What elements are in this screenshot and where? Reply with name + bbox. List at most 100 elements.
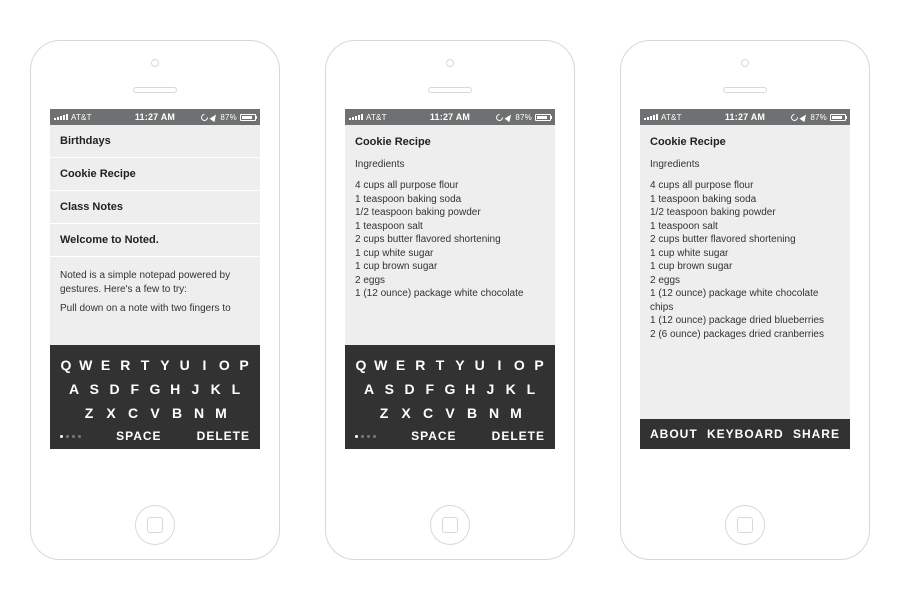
key[interactable]: X [395, 405, 417, 421]
ingredient-line: 1/2 teaspoon baking powder [650, 206, 840, 220]
list-item[interactable]: Cookie Recipe [50, 158, 260, 191]
note-body[interactable]: Cookie Recipe Ingredients 4 cups all pur… [640, 125, 850, 419]
key[interactable]: B [166, 405, 188, 421]
ingredient-line: 1/2 teaspoon baking powder [355, 206, 545, 220]
home-button[interactable] [725, 505, 765, 545]
keyboard-row-3: ZXCVBNM [351, 405, 549, 421]
delete-key[interactable]: DELETE [197, 429, 250, 443]
about-button[interactable]: ABOUT [650, 427, 698, 441]
keyboard[interactable]: QWERTYUIOP ASDFGHJKL ZXCVBNM SPACE DELET… [345, 345, 555, 449]
battery-icon [535, 114, 551, 121]
battery-icon [830, 114, 846, 121]
battery-label: 87% [515, 113, 532, 122]
delete-key[interactable]: DELETE [492, 429, 545, 443]
list-item[interactable]: Class Notes [50, 191, 260, 224]
key[interactable]: U [470, 357, 490, 373]
key[interactable]: W [76, 357, 96, 373]
key[interactable]: U [175, 357, 195, 373]
key[interactable]: F [420, 381, 440, 397]
home-button[interactable] [430, 505, 470, 545]
keyboard-row-1: QWERTYUIOP [351, 357, 549, 373]
key[interactable]: L [521, 381, 541, 397]
key[interactable]: Y [450, 357, 470, 373]
key[interactable]: M [505, 405, 527, 421]
key[interactable]: N [483, 405, 505, 421]
key[interactable]: A [359, 381, 379, 397]
key[interactable]: N [188, 405, 210, 421]
key[interactable]: C [417, 405, 439, 421]
space-key[interactable]: SPACE [376, 429, 492, 443]
ingredient-line: 4 cups all purpose flour [355, 179, 545, 193]
keyboard[interactable]: QWERTYUIOP ASDFGHJKL ZXCVBNM SPACE DELET… [50, 345, 260, 449]
key[interactable]: Z [78, 405, 100, 421]
key[interactable]: O [214, 357, 234, 373]
page-dots[interactable] [60, 435, 81, 438]
key[interactable]: D [104, 381, 124, 397]
key[interactable]: P [529, 357, 549, 373]
keyboard-footer: SPACE DELETE [56, 429, 254, 443]
key[interactable]: M [210, 405, 232, 421]
clock-label: 11:27 AM [121, 112, 188, 122]
phone-camera [741, 59, 749, 67]
key[interactable]: F [125, 381, 145, 397]
ingredient-line: 1 teaspoon salt [650, 220, 840, 234]
space-key[interactable]: SPACE [81, 429, 197, 443]
key[interactable]: A [64, 381, 84, 397]
list-item[interactable]: Welcome to Noted. [50, 224, 260, 257]
key[interactable]: W [371, 357, 391, 373]
note-section: Ingredients [650, 158, 840, 172]
clock-label: 11:27 AM [711, 112, 778, 122]
sync-icon [200, 112, 210, 122]
key[interactable]: E [96, 357, 116, 373]
key[interactable]: I [195, 357, 215, 373]
key[interactable]: K [501, 381, 521, 397]
phone-frame: AT&T 11:27 AM 87% Cookie Recipe Ingredie… [325, 40, 575, 560]
location-icon [800, 112, 809, 121]
note-body[interactable]: Cookie Recipe Ingredients 4 cups all pur… [345, 125, 555, 345]
key[interactable]: O [509, 357, 529, 373]
key[interactable]: H [165, 381, 185, 397]
keyboard-button[interactable]: KEYBOARD [707, 427, 784, 441]
key[interactable]: G [145, 381, 165, 397]
phone-speaker [428, 87, 472, 93]
key[interactable]: V [144, 405, 166, 421]
key[interactable]: T [135, 357, 155, 373]
carrier-label: AT&T [71, 113, 92, 122]
key[interactable]: V [439, 405, 461, 421]
keyboard-row-2: ASDFGHJKL [351, 381, 549, 397]
key[interactable]: Z [373, 405, 395, 421]
page-dots[interactable] [355, 435, 376, 438]
list-item[interactable]: Birthdays [50, 125, 260, 158]
key[interactable]: L [226, 381, 246, 397]
key[interactable]: S [84, 381, 104, 397]
key[interactable]: T [430, 357, 450, 373]
key[interactable]: C [122, 405, 144, 421]
key[interactable]: K [206, 381, 226, 397]
share-button[interactable]: SHARE [793, 427, 840, 441]
key[interactable]: J [480, 381, 500, 397]
key[interactable]: R [115, 357, 135, 373]
key[interactable]: P [234, 357, 254, 373]
keyboard-row-2: ASDFGHJKL [56, 381, 254, 397]
key[interactable]: S [379, 381, 399, 397]
ingredient-line: 1 (12 ounce) package white chocolate chi… [650, 287, 840, 314]
note-title: Cookie Recipe [650, 135, 840, 150]
key[interactable]: D [399, 381, 419, 397]
battery-label: 87% [810, 113, 827, 122]
key[interactable]: G [440, 381, 460, 397]
key[interactable]: Q [56, 357, 76, 373]
key[interactable]: X [100, 405, 122, 421]
phone-camera [151, 59, 159, 67]
status-bar: AT&T 11:27 AM 87% [50, 109, 260, 125]
key[interactable]: H [460, 381, 480, 397]
ingredient-line: 4 cups all purpose flour [650, 179, 840, 193]
welcome-text-peek: Pull down on a note with two fingers to [60, 302, 250, 316]
key[interactable]: B [461, 405, 483, 421]
key[interactable]: E [391, 357, 411, 373]
key[interactable]: I [490, 357, 510, 373]
key[interactable]: J [185, 381, 205, 397]
key[interactable]: Y [155, 357, 175, 373]
home-button[interactable] [135, 505, 175, 545]
key[interactable]: R [410, 357, 430, 373]
key[interactable]: Q [351, 357, 371, 373]
